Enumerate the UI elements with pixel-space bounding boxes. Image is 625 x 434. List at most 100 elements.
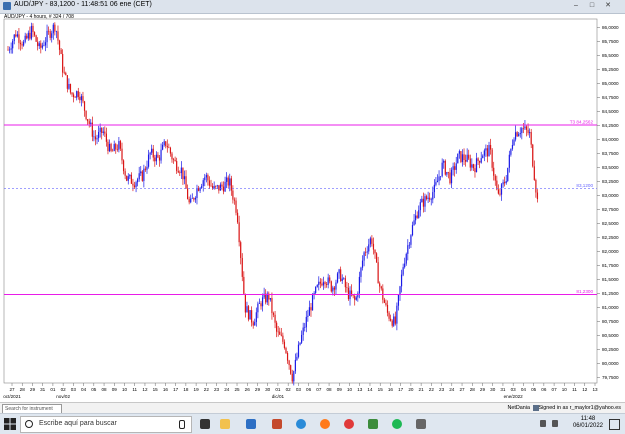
candle-body [204, 177, 206, 181]
candle-body [436, 180, 439, 183]
x-tick-label: 12 [142, 387, 148, 392]
candle-body [130, 174, 132, 184]
candle-body [449, 172, 451, 184]
store-icon[interactable] [246, 419, 256, 429]
candle-body [280, 334, 282, 336]
candle-body [429, 197, 431, 200]
x-tick-label: 04 [81, 387, 87, 392]
candle-body [533, 166, 535, 180]
candle-body [361, 260, 364, 268]
candle-body [365, 252, 367, 253]
chart-canvas[interactable]: 86,0000 85,7500 85,5000 85,2500 85,0000 84,75… [0, 13, 625, 402]
candle-body [63, 72, 65, 74]
price-chart[interactable]: 86,0000 85,7500 85,5000 85,2500 85,0000 84,75… [0, 13, 625, 402]
candle-body [410, 235, 412, 245]
candle-body [210, 185, 212, 187]
close-button[interactable]: ✕ [604, 2, 612, 10]
candle-body [15, 34, 17, 37]
x-tick-label: 07 [552, 387, 558, 392]
maximize-button[interactable]: □ [588, 2, 596, 10]
candle-body [235, 200, 237, 213]
app-icon-generic[interactable] [416, 419, 426, 429]
candle-body [143, 168, 145, 181]
candle-body [93, 136, 95, 138]
taskbar: Escribe aquí para buscar 11:48 06/01/202… [0, 413, 625, 434]
windows-start-icon[interactable] [4, 418, 16, 430]
candle-body [199, 187, 201, 191]
candle-body [352, 295, 354, 296]
chart-app-icon[interactable] [368, 419, 378, 429]
x-tick-label: 09 [337, 387, 343, 392]
candle-body [321, 283, 323, 286]
x-tick-label: 30 [265, 387, 271, 392]
candle-body [511, 145, 514, 149]
candle-body [79, 96, 81, 101]
candle-body [13, 34, 15, 41]
x-tick-label: 22 [204, 387, 210, 392]
candle-body [415, 215, 417, 221]
x-tick-label: 10 [347, 387, 353, 392]
candle-body [107, 141, 109, 152]
edge-icon[interactable] [296, 419, 306, 429]
candle-body [304, 327, 306, 328]
candle-body [254, 321, 256, 326]
candle-body [494, 175, 496, 181]
notification-icon[interactable] [609, 419, 620, 430]
candle-body [466, 154, 468, 162]
candle-body [43, 45, 45, 47]
minimize-button[interactable]: – [572, 2, 580, 10]
candle-body [96, 138, 98, 140]
file-explorer-icon[interactable] [220, 419, 230, 429]
office-icon[interactable] [272, 419, 282, 429]
candle-body [282, 335, 284, 342]
candle-body [402, 267, 404, 275]
taskbar-search-input[interactable]: Escribe aquí para buscar [20, 416, 192, 433]
firefox-icon[interactable] [320, 419, 330, 429]
x-tick-label: 03 [511, 387, 517, 392]
candle-body [279, 331, 281, 335]
candle-body [83, 101, 86, 111]
candle-body [8, 49, 11, 51]
candle-body [483, 150, 485, 156]
x-tick-label: 16 [163, 387, 169, 392]
candle-body [316, 285, 318, 287]
y-tick-label: 83,7500 [602, 151, 619, 156]
clock-date: 06/01/2022 [572, 423, 603, 429]
microphone-icon[interactable] [179, 420, 185, 429]
x-tick-label: 28 [20, 387, 26, 392]
y-tick-label: 82,0000 [602, 249, 619, 254]
candle-body [507, 167, 509, 181]
candle-body [427, 197, 429, 199]
taskbar-clock[interactable]: 11:48 06/01/2022 [573, 416, 603, 430]
candle-body [386, 304, 389, 313]
candle-body [151, 148, 153, 153]
candle-body [229, 178, 231, 186]
candle-body [137, 179, 139, 183]
candle-body [411, 225, 414, 236]
candle-body [76, 91, 78, 98]
candle-body [307, 315, 309, 317]
candle-body [27, 32, 29, 39]
candle-body [475, 158, 478, 173]
task-view-icon[interactable] [200, 419, 210, 429]
candle-body [182, 167, 184, 180]
x-tick-label: 10 [122, 387, 128, 392]
opera-icon[interactable] [344, 419, 354, 429]
y-tick-label: 80,5000 [602, 333, 619, 338]
candle-body [493, 167, 495, 176]
candle-body [532, 144, 534, 167]
spotify-icon[interactable] [392, 419, 402, 429]
candle-body [19, 42, 22, 45]
candle-body [155, 154, 157, 162]
candle-body [32, 25, 34, 33]
candle-body [240, 242, 242, 258]
candle-body [327, 277, 329, 285]
y-tick-label: 84,0000 [602, 137, 619, 142]
candle-body [174, 159, 176, 162]
x-tick-label: 28 [470, 387, 476, 392]
tray-icon-1[interactable] [540, 420, 546, 427]
x-tick-label: 13 [592, 387, 598, 392]
candle-body [430, 199, 432, 201]
candle-body [276, 322, 278, 332]
tray-icon-2[interactable] [552, 420, 558, 427]
